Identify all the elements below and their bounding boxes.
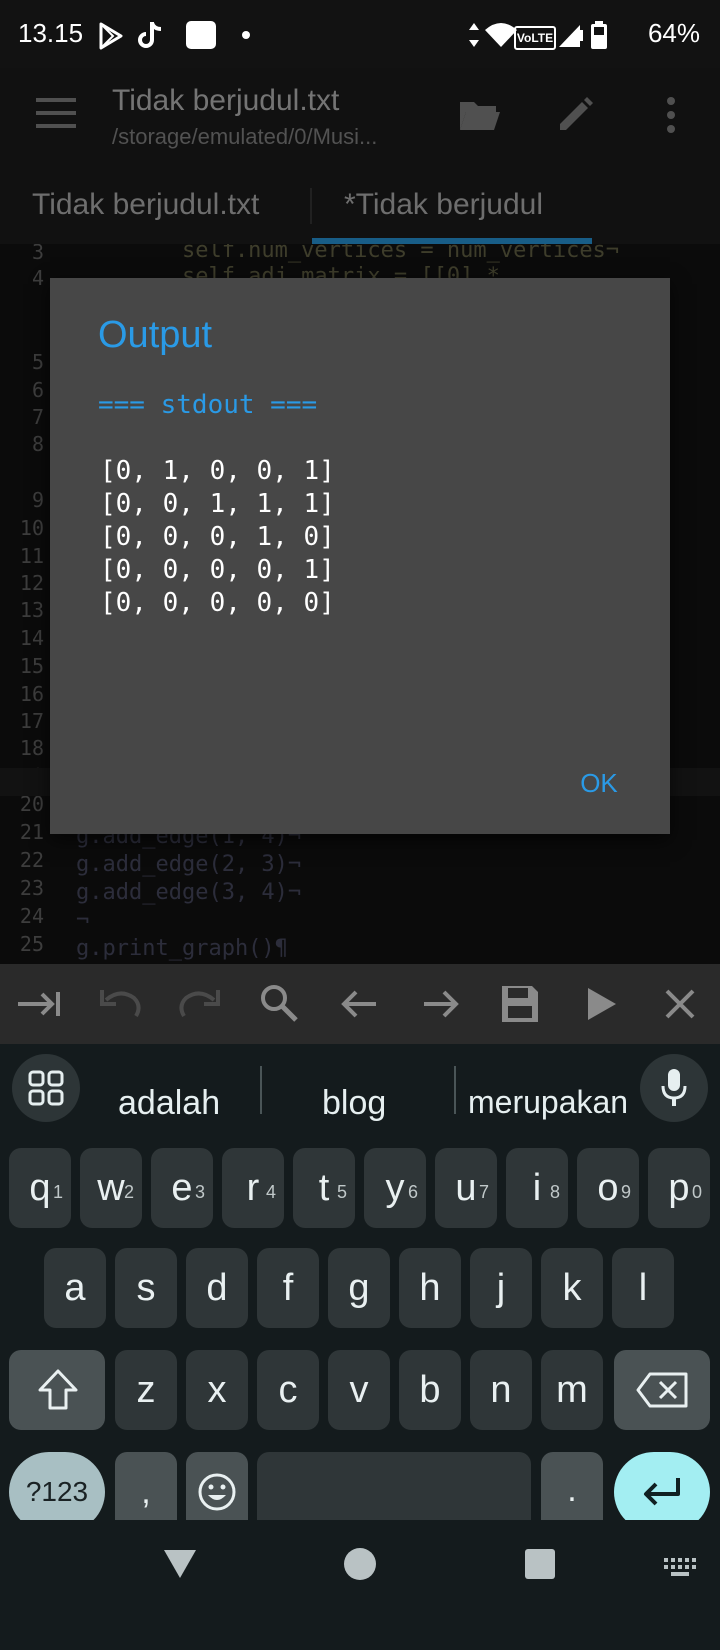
key-k[interactable]: k: [541, 1248, 603, 1328]
tiktok-icon: [138, 22, 162, 48]
volte-icon: VoLTE: [514, 26, 556, 50]
ok-button[interactable]: OK: [564, 758, 634, 808]
more-notifications-dot: [242, 31, 250, 39]
key-hint: 1: [52, 1182, 63, 1202]
key-y[interactable]: y6: [364, 1148, 426, 1228]
key-c[interactable]: c: [257, 1350, 319, 1430]
keyboard: adalah blog merupakan q1 w2 e3 r4 t5 y6 …: [0, 1044, 720, 1532]
key-n[interactable]: n: [470, 1350, 532, 1430]
key-label: i: [532, 1167, 542, 1209]
save-icon[interactable]: [490, 974, 550, 1034]
dialog-title: Output: [98, 314, 213, 356]
suggestion[interactable]: blog: [322, 1084, 386, 1123]
stdout-header: === stdout ===: [98, 390, 318, 420]
enter-icon: [644, 1478, 680, 1506]
key-u[interactable]: u7: [435, 1148, 497, 1228]
navigation-bar: [0, 1520, 720, 1650]
close-icon[interactable]: [650, 974, 710, 1034]
key-h[interactable]: h: [399, 1248, 461, 1328]
shift-icon: [38, 1369, 78, 1410]
output-line: [0, 0, 0, 0, 1]: [100, 555, 335, 585]
key-hint: 0: [691, 1182, 702, 1202]
key-p[interactable]: p0: [648, 1148, 710, 1228]
backspace-icon: [636, 1372, 688, 1408]
key-label: w: [97, 1167, 125, 1209]
suggestion-divider: [260, 1066, 262, 1114]
key-hint: 7: [478, 1182, 489, 1202]
back-nav-icon[interactable]: [162, 1548, 198, 1580]
battery-percentage: 64%: [647, 18, 700, 48]
key-w[interactable]: w2: [80, 1148, 142, 1228]
key-f[interactable]: f: [257, 1248, 319, 1328]
key-s[interactable]: s: [115, 1248, 177, 1328]
key-o[interactable]: o9: [577, 1148, 639, 1228]
redo-icon[interactable]: [170, 974, 230, 1034]
status-bar: 13.15 VoLTE 64%: [0, 0, 720, 68]
status-time: 13.15: [18, 18, 84, 48]
emoji-icon: [198, 1473, 236, 1511]
output-line: [0, 0, 0, 1, 0]: [100, 522, 335, 552]
battery-icon: [591, 21, 607, 49]
signal-icon: [559, 25, 583, 47]
key-x[interactable]: x: [186, 1350, 248, 1430]
key-label: t: [318, 1167, 330, 1209]
key-z[interactable]: z: [115, 1350, 177, 1430]
undo-icon[interactable]: [90, 974, 150, 1034]
tab-indent-icon[interactable]: [10, 974, 70, 1034]
keyboard-switch-icon[interactable]: [664, 1558, 696, 1578]
key-e[interactable]: e3: [151, 1148, 213, 1228]
key-hint: 6: [407, 1182, 418, 1202]
key-d[interactable]: d: [186, 1248, 248, 1328]
output-line: [0, 1, 0, 0, 1]: [100, 456, 335, 486]
key-label: y: [385, 1167, 405, 1209]
key-l[interactable]: l: [612, 1248, 674, 1328]
editor-toolbar: [0, 964, 720, 1044]
suggestion-divider: [454, 1066, 456, 1114]
key-v[interactable]: v: [328, 1350, 390, 1430]
output-line: [0, 0, 1, 1, 1]: [100, 489, 335, 519]
voice-input-button[interactable]: [640, 1054, 708, 1122]
arrow-left-icon[interactable]: [330, 974, 390, 1034]
play-store-icon: [99, 22, 123, 50]
search-icon[interactable]: [250, 974, 310, 1034]
suggestion[interactable]: adalah: [118, 1084, 220, 1123]
run-icon[interactable]: [570, 974, 630, 1034]
arrow-right-icon[interactable]: [410, 974, 470, 1034]
key-b[interactable]: b: [399, 1350, 461, 1430]
key-t[interactable]: t5: [293, 1148, 355, 1228]
microphone-icon: [661, 1069, 687, 1106]
key-label: u: [455, 1167, 477, 1209]
key-q[interactable]: q1: [9, 1148, 71, 1228]
key-label: o: [597, 1167, 619, 1209]
key-hint: 3: [194, 1182, 205, 1202]
key-hint: 4: [265, 1182, 276, 1202]
key-label: e: [171, 1167, 193, 1209]
wifi-icon: [485, 23, 517, 47]
key-m[interactable]: m: [541, 1350, 603, 1430]
key-label: q: [29, 1167, 51, 1209]
output-dialog: Output === stdout === [0, 1, 0, 0, 1] [0…: [50, 278, 670, 834]
key-i[interactable]: i8: [506, 1148, 568, 1228]
key-label: p: [668, 1167, 690, 1209]
data-arrows-icon: [469, 23, 479, 47]
key-hint: 2: [123, 1182, 134, 1202]
key-g[interactable]: g: [328, 1248, 390, 1328]
key-r[interactable]: r4: [222, 1148, 284, 1228]
key-a[interactable]: a: [44, 1248, 106, 1328]
suggestion[interactable]: merupakan: [468, 1084, 628, 1121]
key-label: r: [246, 1167, 260, 1209]
output-line: [0, 0, 0, 0, 0]: [100, 588, 335, 618]
app-notification-icon: [186, 21, 216, 49]
key-j[interactable]: j: [470, 1248, 532, 1328]
shift-key[interactable]: [9, 1350, 105, 1430]
recents-nav-icon[interactable]: [524, 1548, 556, 1580]
key-hint: 5: [336, 1182, 347, 1202]
grid-icon: [28, 1070, 64, 1106]
key-hint: 8: [549, 1182, 560, 1202]
apps-grid-button[interactable]: [12, 1054, 80, 1122]
home-nav-icon[interactable]: [342, 1546, 378, 1582]
backspace-key[interactable]: [614, 1350, 710, 1430]
key-hint: 9: [620, 1182, 631, 1202]
